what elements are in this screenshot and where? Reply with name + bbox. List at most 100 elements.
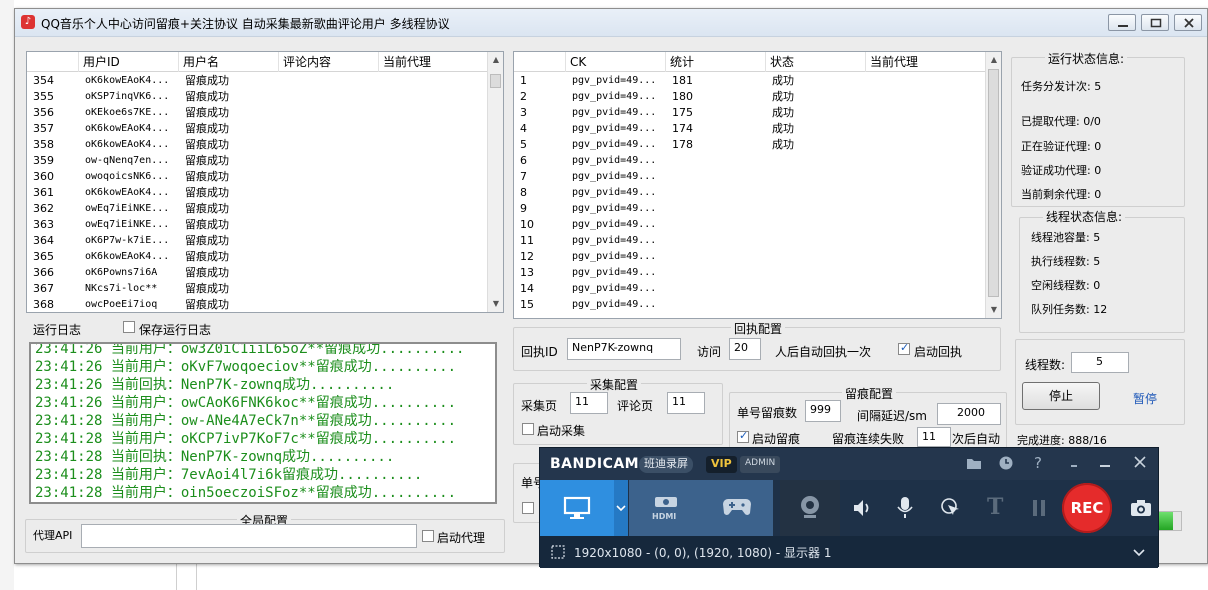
enable-receipt-label[interactable]: 启动回执 xyxy=(914,343,962,360)
cursor-effect-button[interactable] xyxy=(932,480,968,536)
device-mode-button[interactable]: HDMI xyxy=(629,480,701,536)
enable-trace-checkbox[interactable] xyxy=(737,429,749,443)
enable-collect-checkbox[interactable] xyxy=(522,423,534,435)
close-icon[interactable] xyxy=(1133,455,1147,469)
enable-collect-label[interactable]: 启动采集 xyxy=(537,422,585,439)
proxy-api-input[interactable] xyxy=(81,524,417,548)
comment-page-input[interactable]: 11 xyxy=(667,392,705,414)
chevron-down-icon[interactable] xyxy=(1132,548,1146,558)
table-row[interactable]: 362 owEq7iEiNKE... 留痕成功 xyxy=(27,201,489,217)
table-row[interactable]: 13 pgv_pvid=49... xyxy=(514,265,987,281)
table-row[interactable]: 7 pgv_pvid=49... xyxy=(514,169,987,185)
user-table[interactable]: 用户ID 用户名 评论内容 当前代理 354 oK6kowEAoK4... 留痕成功… xyxy=(26,51,504,313)
table-row[interactable]: 1 pgv_pvid=49... 181 成功 xyxy=(514,73,987,89)
table-row[interactable]: 9 pgv_pvid=49... xyxy=(514,201,987,217)
scroll-down-icon[interactable]: ▼ xyxy=(488,296,503,312)
column-header[interactable]: 当前代理 xyxy=(866,52,987,72)
enable-trace-label[interactable]: 启动留痕 xyxy=(752,430,800,447)
table-row[interactable]: 12 pgv_pvid=49... xyxy=(514,249,987,265)
ck-table-scrollbar[interactable]: ▲ ▼ xyxy=(985,52,1001,318)
ck-table[interactable]: CK 统计 状态 当前代理 1 pgv_pvid=49... 181 成功 2 pgv_p… xyxy=(513,51,1002,319)
table-row[interactable]: 359 ow-qNenq7en... 留痕成功 xyxy=(27,153,489,169)
table-row[interactable]: 15 pgv_pvid=49... xyxy=(514,297,987,313)
table-row[interactable]: 365 oK6kowEAoK4... 留痕成功 xyxy=(27,249,489,265)
table-row[interactable]: 357 oK6kowEAoK4... 留痕成功 xyxy=(27,121,489,137)
table-row[interactable]: 6 pgv_pvid=49... xyxy=(514,153,987,169)
bandicam-titlebar[interactable]: BANDICAM 班迪录屏 VIP ADMIN ? xyxy=(540,448,1158,480)
auto-receipt-label: 人后自动回执一次 xyxy=(775,345,872,359)
thread-count-input[interactable]: 5 xyxy=(1071,352,1129,373)
visit-count-input[interactable]: 20 xyxy=(729,338,761,360)
minimize-icon[interactable] xyxy=(1099,458,1111,470)
bandicam-toolbar[interactable]: BANDICAM 班迪录屏 VIP ADMIN ? HDMI T REC 192… xyxy=(539,447,1159,568)
help-icon[interactable]: ? xyxy=(1032,454,1046,472)
title-bar[interactable]: ♪ QQ音乐个人中心访问留痕+关注协议 自动采集最新歌曲评论用户 多线程协议 xyxy=(15,9,1207,37)
table-row[interactable]: 3 pgv_pvid=49... 175 成功 xyxy=(514,105,987,121)
single-count-input[interactable]: 999 xyxy=(805,400,841,422)
save-log-checkbox[interactable] xyxy=(123,321,135,333)
delay-input[interactable]: 2000 xyxy=(937,403,1001,425)
text-overlay-button[interactable]: T xyxy=(976,480,1012,536)
table-row[interactable]: 361 oK6kowEAoK4... 留痕成功 xyxy=(27,185,489,201)
save-log-label[interactable]: 保存运行日志 xyxy=(139,321,211,338)
maximize-button[interactable] xyxy=(1141,14,1169,31)
run-log[interactable]: 23:41:26 当前用户：ow3Z0iC1iiL65oZ**留痕成功.....… xyxy=(29,342,497,504)
table-row[interactable]: 4 pgv_pvid=49... 174 成功 xyxy=(514,121,987,137)
table-row[interactable]: 360 owoqoicsNK6... 留痕成功 xyxy=(27,169,489,185)
table-row[interactable]: 14 pgv_pvid=49... xyxy=(514,281,987,297)
scroll-thumb[interactable] xyxy=(988,69,999,297)
column-header[interactable] xyxy=(27,52,79,72)
folder-icon[interactable] xyxy=(966,455,982,471)
webcam-button[interactable] xyxy=(780,480,840,536)
stop-button[interactable]: 停止 xyxy=(1022,382,1100,410)
column-header[interactable]: 统计 xyxy=(666,52,766,72)
enable-proxy-label[interactable]: 启动代理 xyxy=(437,529,485,546)
column-header[interactable]: 状态 xyxy=(766,52,866,72)
enable-proxy-checkbox[interactable] xyxy=(422,530,434,542)
receipt-id-input[interactable]: NenP7K-zownq xyxy=(567,338,681,360)
table-row[interactable]: 368 owcPoeEi7ioq 留痕成功 xyxy=(27,297,489,312)
user-table-scrollbar[interactable]: ▲ ▼ xyxy=(487,52,503,312)
table-row[interactable]: 355 oKSP7inqVK6... 留痕成功 xyxy=(27,89,489,105)
close-button[interactable] xyxy=(1174,14,1202,31)
column-header[interactable]: CK xyxy=(566,52,666,72)
table-row[interactable]: 358 oK6kowEAoK4... 留痕成功 xyxy=(27,137,489,153)
fail-count-input[interactable]: 11 xyxy=(917,427,951,447)
table-row[interactable]: 2 pgv_pvid=49... 180 成功 xyxy=(514,89,987,105)
table-row[interactable]: 354 oK6kowEAoK4... 留痕成功 xyxy=(27,73,489,89)
screen-mode-button[interactable] xyxy=(540,480,614,536)
column-header[interactable]: 当前代理 xyxy=(379,52,489,72)
clock-icon[interactable] xyxy=(998,455,1014,471)
scroll-up-icon[interactable]: ▲ xyxy=(986,52,1001,68)
scroll-up-icon[interactable]: ▲ xyxy=(488,52,503,68)
column-header[interactable]: 评论内容 xyxy=(279,52,379,72)
pause-record-button[interactable] xyxy=(1022,480,1056,536)
screen-mode-dropdown[interactable] xyxy=(614,480,628,536)
collect-page-input[interactable]: 11 xyxy=(570,392,608,414)
column-header[interactable] xyxy=(514,52,566,72)
table-row[interactable]: 366 oK6Powns7i6A 留痕成功 xyxy=(27,265,489,281)
microphone-button[interactable] xyxy=(886,480,922,536)
table-row[interactable]: 5 pgv_pvid=49... 178 成功 xyxy=(514,137,987,153)
minimize-button[interactable] xyxy=(1108,14,1136,31)
column-header[interactable]: 用户名 xyxy=(179,52,279,72)
screenshot-button[interactable] xyxy=(1124,480,1158,536)
record-button[interactable]: REC xyxy=(1060,480,1124,536)
speaker-button[interactable] xyxy=(844,480,880,536)
region-select-icon[interactable] xyxy=(551,545,565,559)
game-mode-button[interactable] xyxy=(701,480,773,536)
table-row[interactable]: 356 oKEkoe6s7KE... 留痕成功 xyxy=(27,105,489,121)
enable-receipt-checkbox[interactable] xyxy=(898,341,910,355)
scroll-down-icon[interactable]: ▼ xyxy=(986,302,1001,318)
table-row[interactable]: 363 owEq7iEiNKE... 留痕成功 xyxy=(27,217,489,233)
scroll-thumb[interactable] xyxy=(490,74,501,88)
column-header[interactable]: 用户ID xyxy=(79,52,179,72)
table-row[interactable]: 11 pgv_pvid=49... xyxy=(514,233,987,249)
pause-link[interactable]: 暂停 xyxy=(1133,390,1157,407)
collapse-icon[interactable] xyxy=(1068,458,1080,470)
table-row[interactable]: 367 NKcs7i-loc** 留痕成功 xyxy=(27,281,489,297)
table-row[interactable]: 8 pgv_pvid=49... xyxy=(514,185,987,201)
hidden-checkbox[interactable] xyxy=(522,502,534,514)
table-row[interactable]: 364 oK6P7w-k7iE... 留痕成功 xyxy=(27,233,489,249)
table-row[interactable]: 10 pgv_pvid=49... xyxy=(514,217,987,233)
